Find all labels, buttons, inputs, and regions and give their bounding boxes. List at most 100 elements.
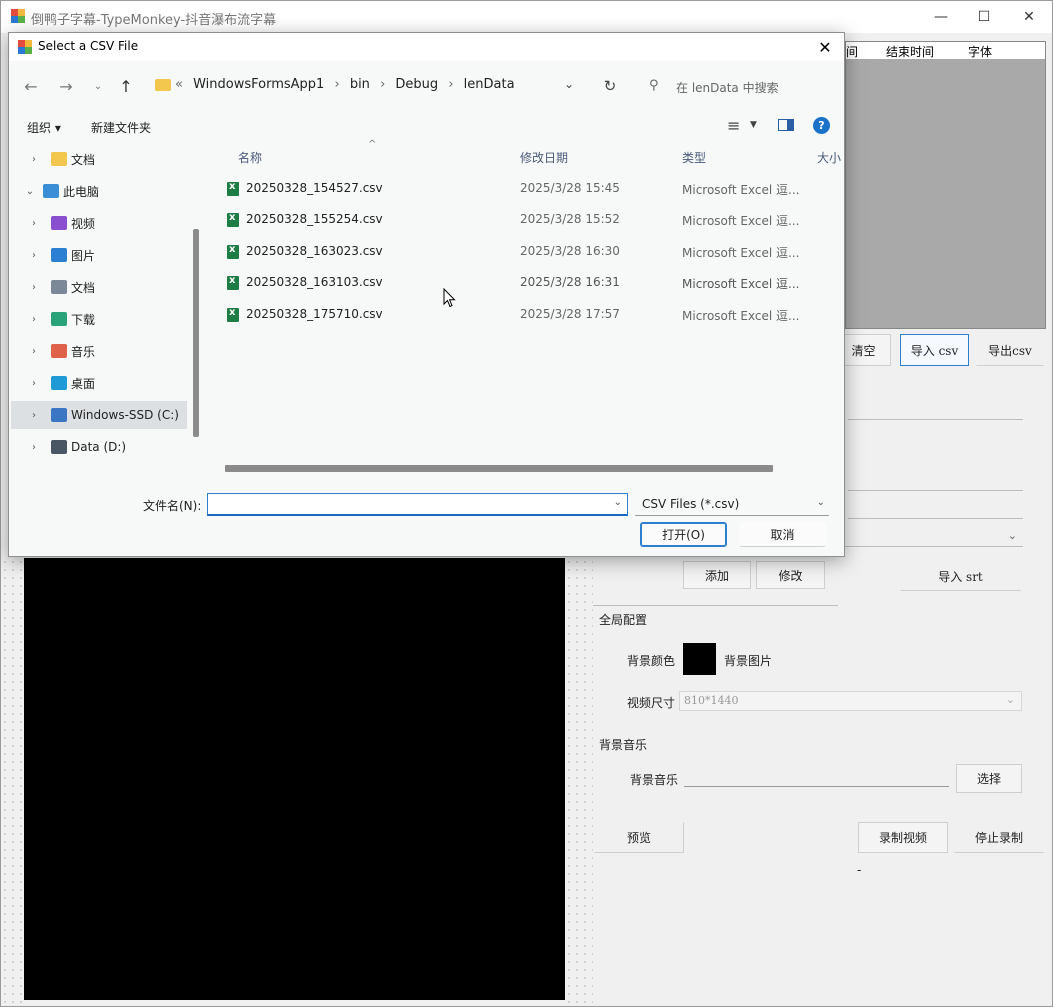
chevron-down-icon[interactable]: ⌄ bbox=[23, 186, 37, 197]
breadcrumb-item[interactable]: bin bbox=[350, 77, 370, 92]
file-row[interactable]: 20250328_163103.csv 2025/3/28 16:31 Micros… bbox=[223, 269, 823, 297]
back-button[interactable]: ← bbox=[20, 75, 42, 97]
text-input-underline-2[interactable] bbox=[848, 490, 1023, 491]
dialog-app-icon bbox=[18, 40, 32, 54]
up-button[interactable]: ↑ bbox=[115, 75, 137, 97]
bg-music-input[interactable] bbox=[684, 766, 949, 787]
file-type-filter-value: CSV Files (*.csv) bbox=[642, 497, 740, 511]
excel-csv-file-icon bbox=[227, 181, 239, 196]
stop-record-button[interactable]: 停止录制 bbox=[954, 822, 1044, 853]
organize-menu[interactable]: 组织 ▾ bbox=[27, 119, 61, 136]
grid-header-end-time[interactable]: 结束时间 bbox=[886, 43, 934, 60]
breadcrumb-separator[interactable]: › bbox=[380, 77, 385, 92]
video-preview-canvas bbox=[24, 558, 565, 1000]
grid-header-font[interactable]: 字体 bbox=[968, 43, 992, 60]
file-date: 2025/3/28 16:30 bbox=[520, 243, 620, 258]
open-button[interactable]: 打开(O) bbox=[640, 522, 727, 547]
arrow-left-icon: ← bbox=[24, 76, 38, 96]
help-icon[interactable]: ? bbox=[813, 117, 830, 134]
nav-item[interactable]: › 音乐 bbox=[11, 337, 187, 365]
select-music-button[interactable]: 选择 bbox=[956, 764, 1022, 793]
column-header-date[interactable]: 修改日期 bbox=[520, 149, 568, 166]
nav-item[interactable]: › Data (D:) bbox=[11, 433, 187, 461]
export-csv-button[interactable]: 导出csv bbox=[976, 334, 1044, 366]
breadcrumb-item[interactable]: lenData bbox=[464, 77, 515, 92]
chevron-right-icon[interactable]: › bbox=[27, 154, 41, 165]
column-header-name[interactable]: 名称 bbox=[238, 149, 262, 166]
forward-button[interactable]: → bbox=[55, 75, 77, 97]
grid-header-start-time[interactable]: 间 bbox=[846, 43, 858, 60]
file-row[interactable]: 20250328_154527.csv 2025/3/28 15:45 Micros… bbox=[223, 175, 823, 203]
preview-pane-icon[interactable] bbox=[778, 119, 794, 131]
video-size-select[interactable]: 810*1440 ⌄ bbox=[679, 691, 1022, 711]
chevron-down-icon: ⌄ bbox=[1007, 529, 1017, 542]
chevron-down-icon[interactable]: ⌄ bbox=[614, 497, 622, 508]
import-srt-button[interactable]: 导入 srt bbox=[900, 561, 1021, 591]
subtitle-grid[interactable] bbox=[845, 59, 1046, 329]
chevron-right-icon[interactable]: › bbox=[27, 346, 41, 357]
breadcrumb-separator[interactable]: › bbox=[334, 77, 339, 92]
nav-item-label: 桌面 bbox=[71, 376, 96, 391]
folder-icon bbox=[155, 79, 171, 91]
cancel-button[interactable]: 取消 bbox=[739, 522, 826, 547]
chevron-right-icon[interactable]: › bbox=[27, 442, 41, 453]
excel-csv-file-icon bbox=[227, 275, 239, 291]
file-row[interactable]: 20250328_155254.csv 2025/3/28 15:52 Micros… bbox=[223, 206, 823, 234]
dialog-close-button[interactable]: ✕ bbox=[812, 35, 838, 59]
nav-item[interactable]: ⌄ 此电脑 bbox=[11, 177, 187, 205]
chevron-right-icon[interactable]: › bbox=[27, 218, 41, 229]
new-folder-button[interactable]: 新建文件夹 bbox=[91, 119, 151, 136]
nav-item[interactable]: › 桌面 bbox=[11, 369, 187, 397]
breadcrumb-separator[interactable]: › bbox=[448, 77, 453, 92]
add-button[interactable]: 添加 bbox=[683, 561, 751, 589]
chevron-right-icon[interactable]: › bbox=[27, 314, 41, 325]
view-list-icon[interactable]: ≡ bbox=[727, 116, 740, 135]
file-list-horizontal-scrollbar[interactable] bbox=[225, 465, 773, 472]
global-config-label: 全局配置 bbox=[599, 613, 648, 627]
maximize-button[interactable]: ☐ bbox=[961, 1, 1007, 33]
bg-image-label[interactable]: 背景图片 bbox=[724, 652, 772, 669]
font-combobox[interactable]: ⌄ bbox=[845, 527, 1023, 547]
nav-item[interactable]: › 文档 bbox=[11, 273, 187, 301]
import-csv-button[interactable]: 导入 csv bbox=[900, 334, 969, 366]
desktop-icon bbox=[51, 376, 67, 390]
nav-item[interactable]: › 图片 bbox=[11, 241, 187, 269]
breadcrumb-item[interactable]: WindowsFormsApp1 bbox=[193, 77, 324, 92]
preview-button[interactable]: 预览 bbox=[594, 822, 684, 853]
text-input-underline-3[interactable] bbox=[848, 518, 1023, 519]
app-icon bbox=[11, 9, 25, 23]
refresh-button[interactable]: ↻ bbox=[599, 75, 621, 97]
modify-button[interactable]: 修改 bbox=[756, 561, 825, 589]
file-name: 20250328_163103.csv bbox=[246, 275, 383, 290]
chevron-right-icon[interactable]: › bbox=[27, 250, 41, 261]
breadcrumb-overflow[interactable]: « bbox=[175, 77, 183, 92]
close-button[interactable]: ✕ bbox=[1006, 1, 1052, 33]
close-icon: ✕ bbox=[818, 37, 832, 57]
chevron-right-icon[interactable]: › bbox=[27, 378, 41, 389]
chevron-right-icon[interactable]: › bbox=[27, 410, 41, 421]
chevron-right-icon[interactable]: › bbox=[27, 282, 41, 293]
address-history-chevron-icon[interactable]: ⌄ bbox=[564, 77, 574, 91]
record-video-button[interactable]: 录制视频 bbox=[858, 822, 948, 853]
recent-locations-button[interactable]: ⌄ bbox=[87, 75, 109, 97]
filename-input[interactable]: ⌄ bbox=[207, 493, 628, 516]
file-row[interactable]: 20250328_163023.csv 2025/3/28 16:30 Micros… bbox=[223, 238, 823, 266]
nav-item[interactable]: › 视频 bbox=[11, 209, 187, 237]
nav-item[interactable]: › 下载 bbox=[11, 305, 187, 333]
nav-item[interactable]: › 文档 bbox=[11, 145, 187, 173]
nav-item-label: 文档 bbox=[71, 280, 96, 295]
search-box[interactable]: ⚲ 在 lenData 中搜索 bbox=[639, 73, 839, 99]
file-row[interactable]: 20250328_175710.csv 2025/3/28 17:57 Micros… bbox=[223, 301, 823, 329]
column-header-type[interactable]: 类型 bbox=[682, 149, 706, 166]
file-type-filter[interactable]: CSV Files (*.csv) ⌄ bbox=[635, 493, 829, 516]
minimize-button[interactable]: — bbox=[918, 1, 964, 33]
navigation-scrollbar[interactable] bbox=[193, 229, 199, 437]
nav-item[interactable]: › Windows-SSD (C:) bbox=[11, 401, 187, 429]
view-chevron-down-icon[interactable]: ▼ bbox=[750, 120, 757, 130]
bg-color-swatch[interactable] bbox=[683, 643, 716, 675]
column-header-size[interactable]: 大小 bbox=[817, 149, 841, 166]
computer-icon bbox=[43, 184, 59, 198]
breadcrumb-item[interactable]: Debug bbox=[395, 77, 438, 92]
file-type: Microsoft Excel 逗... bbox=[682, 308, 800, 323]
text-input-underline-1[interactable] bbox=[848, 419, 1023, 420]
